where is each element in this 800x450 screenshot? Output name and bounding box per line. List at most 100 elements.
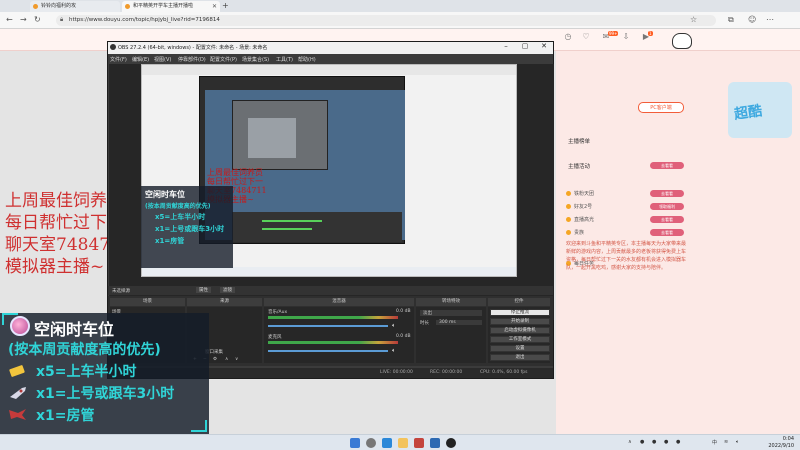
maximize-icon[interactable]: ▢	[516, 42, 534, 50]
collections-icon[interactable]: ⧉	[728, 15, 734, 25]
menu-icon[interactable]: ⋯	[766, 15, 774, 24]
follow-icon[interactable]: ♡	[580, 32, 592, 46]
studio-mode-button[interactable]: 工作室模式	[490, 336, 550, 343]
audio-meter	[268, 316, 398, 319]
edge-icon[interactable]	[382, 438, 392, 448]
menu-view[interactable]: 视图(V)	[154, 56, 171, 63]
favorite-icon[interactable]: ☆	[690, 15, 697, 24]
tray-app-icon[interactable]: ●	[652, 439, 656, 445]
scenes-dock-header: 场景	[110, 298, 185, 306]
desktop-screen: 铃铃向福利的攻 和平精英开学车主播开播啦 ✕ + ← → ↻ 🔒︎ https:…	[0, 0, 800, 450]
transition-select[interactable]: 淡出	[420, 310, 482, 316]
lock-icon: 🔒︎	[60, 16, 64, 23]
tray-app-icon[interactable]: ●	[640, 439, 644, 445]
menu-scene-collection[interactable]: 场景集合(S)	[242, 56, 269, 63]
overlay-item: x1=房管	[36, 408, 95, 424]
refresh-icon[interactable]: ↻	[34, 15, 41, 24]
menu-edit[interactable]: 编辑(E)	[132, 56, 149, 63]
overlay-item: x1=上号或跟车3小时	[36, 386, 175, 402]
tab-1-label: 铃铃向福利的攻	[41, 3, 77, 9]
pc-client-button[interactable]: PC客户端	[638, 102, 684, 113]
obs-menubar: 文件(F) 编辑(E) 视图(V) 停靠部件(D) 配置文件(P) 场景集合(S…	[108, 54, 553, 64]
mixer-channel-name: 音乐/Aux	[268, 310, 288, 315]
obs-taskbar-icon[interactable]	[446, 438, 456, 448]
pill-button[interactable]: 去看看	[650, 190, 684, 197]
rec-status: REC: 00:00:00	[430, 370, 463, 375]
tray-chevron-icon[interactable]: ∧	[628, 439, 632, 445]
menu-file[interactable]: 文件(F)	[110, 56, 127, 63]
duration-label: 时长	[420, 321, 429, 326]
obs-logo-icon	[110, 44, 116, 50]
row-dot-icon	[566, 217, 571, 222]
start-icon[interactable]	[350, 438, 360, 448]
file-explorer-icon[interactable]	[398, 438, 408, 448]
tab-1[interactable]: 铃铃向福利的攻	[30, 1, 120, 12]
tray-app-icon[interactable]: ●	[664, 439, 668, 445]
row-dot-icon	[566, 204, 571, 209]
volume-slider[interactable]	[268, 325, 388, 327]
menu-profile[interactable]: 配置文件(P)	[210, 56, 237, 63]
controls-dock-header: 控件	[488, 298, 550, 306]
pill-button[interactable]: 去看看	[650, 162, 684, 169]
filters-button[interactable]: 滤镜	[220, 287, 235, 293]
speaker-icon[interactable]: 🔈︎	[392, 347, 396, 355]
overlay-title: 空闲时车位	[34, 320, 115, 339]
address-bar[interactable]: 🔒︎ https://www.douyu.com/topic/hpjybj_li…	[56, 15, 716, 26]
pill-button[interactable]: 领取福利	[650, 203, 684, 210]
speaker-icon[interactable]: 🔈︎	[392, 322, 396, 330]
captured-meter	[262, 220, 322, 222]
mixer-dock-header: 混音器	[264, 298, 414, 306]
source-settings-icon[interactable]: ⚙	[213, 357, 217, 362]
captured-taskbar	[142, 267, 516, 276]
forward-icon[interactable]: →	[20, 15, 27, 24]
live-status: LIVE: 00:00:00	[380, 370, 413, 375]
start-recording-button[interactable]: 开始录制	[490, 318, 550, 325]
menu-help[interactable]: 帮助(H)	[298, 56, 316, 63]
new-tab-button[interactable]: +	[222, 1, 229, 10]
overlay-item: x5=上车半小时	[36, 364, 137, 380]
minimize-icon[interactable]: –	[497, 42, 515, 50]
wifi-icon[interactable]: ≋	[724, 439, 728, 445]
captured-mixer	[232, 212, 402, 242]
stop-streaming-button[interactable]: 停止推流	[490, 309, 550, 316]
mixer-channel-db: 0.0 dB	[396, 309, 411, 314]
back-icon[interactable]: ←	[6, 15, 13, 24]
history-icon[interactable]: ◷	[562, 32, 574, 46]
download-icon[interactable]: ⇩	[620, 32, 632, 46]
row-dot-icon	[566, 191, 571, 196]
settings-button[interactable]: 设置	[490, 345, 550, 352]
rank-section-title: 主播榜单	[568, 139, 591, 145]
no-source-label: 未选择源	[112, 289, 130, 294]
close-tab-icon[interactable]: ✕	[212, 1, 217, 12]
volume-slider[interactable]	[268, 350, 388, 352]
move-down-icon[interactable]: ∨	[235, 357, 238, 362]
search-icon[interactable]	[366, 438, 376, 448]
announcement-text: 欢迎来到斗鱼和平精英专区，本主播每天为大家带来最新鲜的游戏内容，上周贡献最多的老…	[566, 241, 687, 271]
duration-input[interactable]: 300 ms	[436, 320, 482, 325]
language-icon[interactable]: 中	[712, 439, 717, 446]
app-icon[interactable]	[430, 438, 440, 448]
menu-tools[interactable]: 工具(T)	[276, 56, 293, 63]
app-icon[interactable]	[414, 438, 424, 448]
captured-address-bar	[142, 65, 516, 75]
pill-button[interactable]: 去看看	[650, 229, 684, 236]
exit-button[interactable]: 退出	[490, 354, 550, 361]
pill-button[interactable]: 去看看	[650, 216, 684, 223]
volume-icon[interactable]: 🔈︎	[736, 439, 739, 445]
audio-meter	[268, 341, 398, 344]
user-avatar[interactable]	[672, 33, 692, 49]
close-icon[interactable]: ✕	[535, 42, 553, 50]
profile-icon[interactable]: ☺	[748, 15, 756, 24]
system-clock[interactable]: 0:04 2022/9/10	[768, 436, 794, 450]
menu-docks[interactable]: 停靠部件(D)	[178, 56, 206, 63]
obs-titlebar[interactable]: OBS 27.2.4 (64-bit, windows) - 配置文件: 未命名…	[108, 42, 553, 54]
tray-app-icon[interactable]: ●	[676, 439, 680, 445]
tab-2[interactable]: 和平精英开学车主播开播啦 ✕	[122, 1, 220, 12]
virtual-camera-button[interactable]: 启动虚拟摄像机	[490, 327, 550, 334]
move-up-icon[interactable]: ∧	[225, 357, 228, 362]
properties-button[interactable]: 属性	[196, 287, 211, 293]
url-text: https://www.douyu.com/topic/hpjybj_live?…	[69, 17, 220, 23]
live-badge: 1	[648, 31, 653, 36]
transitions-dock-header: 转场特效	[416, 298, 486, 306]
obs-source-toolbar: 未选择源 属性 滤镜	[108, 286, 553, 295]
